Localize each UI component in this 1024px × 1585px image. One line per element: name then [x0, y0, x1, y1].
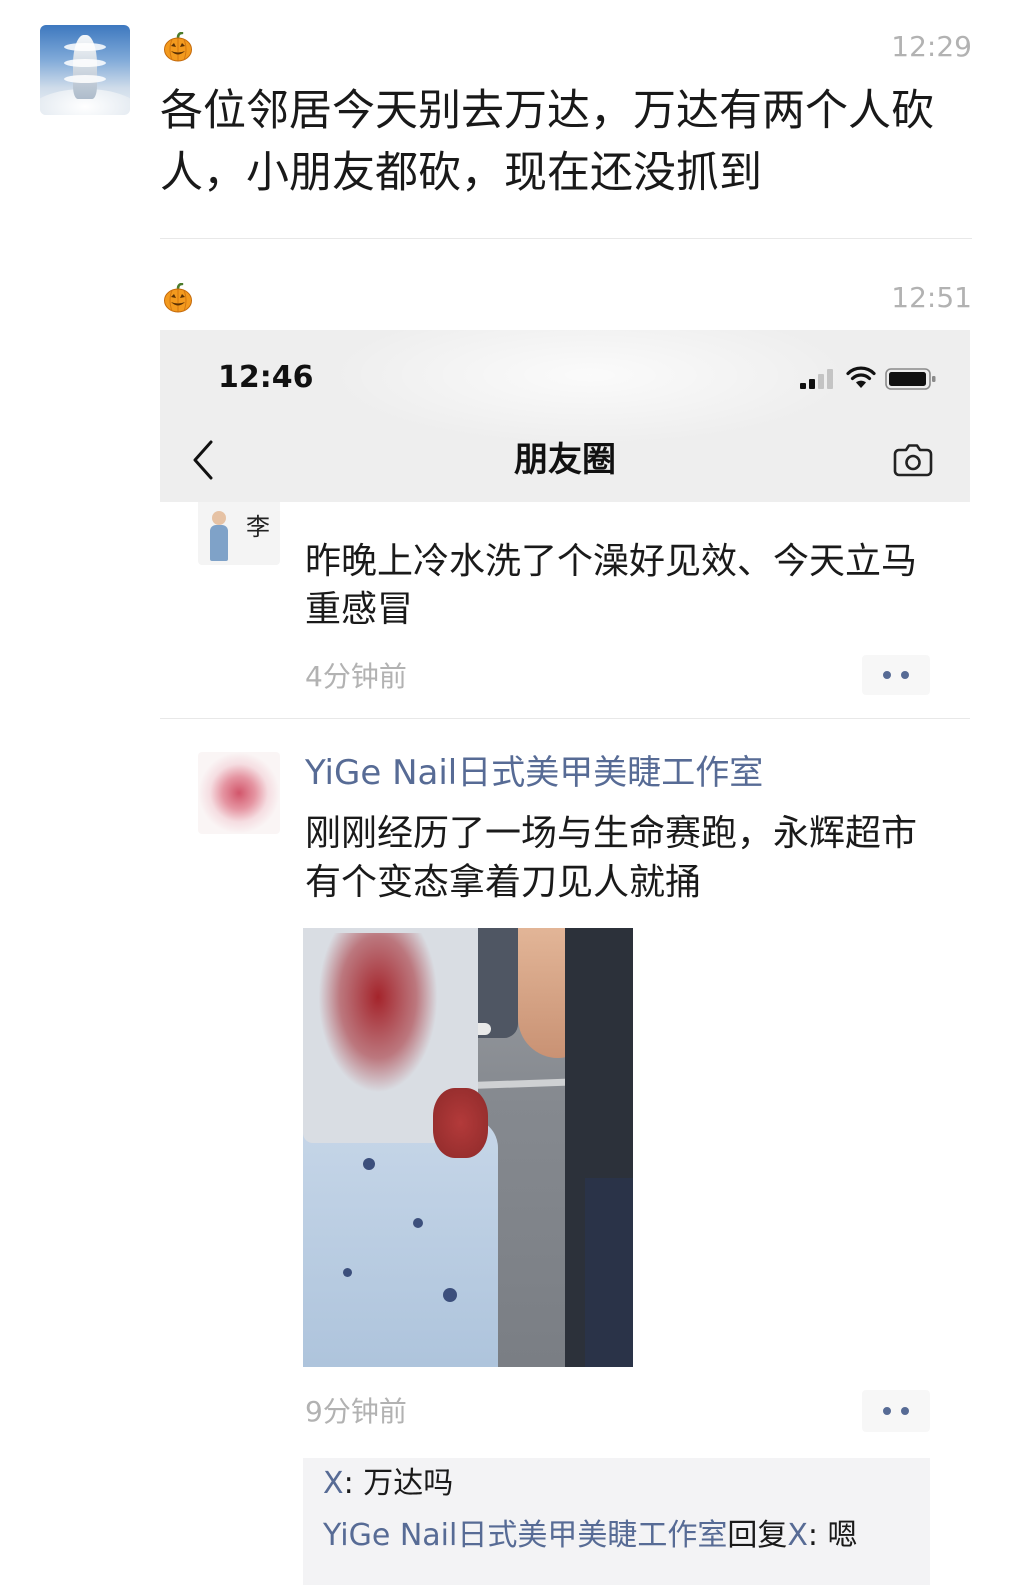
message-divider [160, 238, 972, 239]
comment[interactable]: YiGe Nail日式美甲美睫工作室回复X: 嗯 [323, 1510, 910, 1562]
photo-spot [343, 1268, 352, 1277]
photo-stain [318, 933, 438, 1093]
comment-reply-target[interactable]: X [787, 1518, 808, 1553]
avatar-statue-ring [64, 43, 106, 51]
comment-text: 万达吗 [363, 1466, 454, 1501]
dot [901, 671, 909, 679]
comment-separator: : [343, 1466, 364, 1501]
dot [901, 1407, 909, 1415]
comment-text: 嗯 [827, 1518, 858, 1553]
sender-avatar[interactable] [40, 25, 130, 115]
more-dots-icon[interactable] [862, 1390, 930, 1432]
post-avatar[interactable] [198, 752, 280, 834]
more-dots-icon[interactable] [862, 655, 930, 695]
photo-spot [363, 1158, 375, 1170]
comment-reply-label: 回复 [727, 1518, 788, 1553]
avatar-figure-head [212, 511, 226, 525]
camera-icon[interactable] [893, 443, 933, 477]
photo-hand [433, 1088, 488, 1158]
avatar-lettering: 李 [246, 513, 270, 541]
battery-icon [885, 368, 936, 390]
nav-title: 朋友圈 [514, 440, 616, 480]
message-text[interactable]: 各位邻居今天别去万达，万达有两个人砍人，小朋友都砍，现在还没抓到 [160, 80, 960, 204]
signal-icon [800, 369, 833, 389]
status-bar-time: 12:46 [218, 360, 314, 395]
post-time: 4分钟前 [305, 660, 407, 693]
post-photo[interactable] [303, 928, 633, 1367]
post-author-name[interactable]: YiGe Nail日式美甲美睫工作室 [305, 753, 763, 793]
dot [883, 1407, 891, 1415]
comments-box: X: 万达吗 YiGe Nail日式美甲美睫工作室回复X: 嗯 [303, 1458, 930, 1585]
moments-screenshot-image[interactable]: 12:46 朋友圈 李 昨晚上冷水洗了个澡好见效、今天立马重感冒 4分钟前 Yi… [160, 330, 970, 1585]
message-time: 12:29 [891, 30, 972, 63]
comment-separator: : [807, 1518, 828, 1553]
avatar-statue-ring [64, 59, 106, 67]
message-time: 12:51 [891, 281, 972, 314]
photo-spot [413, 1218, 423, 1228]
avatar-figure-body [210, 525, 228, 561]
pumpkin-icon [163, 283, 193, 313]
comment[interactable]: X: 万达吗 [323, 1458, 910, 1510]
post-text: 刚刚经历了一场与生命赛跑，永辉超市有个变态拿着刀见人就捅 [305, 813, 918, 903]
avatar-statue-ring [64, 75, 106, 83]
comment-author[interactable]: YiGe Nail日式美甲美睫工作室 [323, 1518, 727, 1553]
post-divider [160, 718, 970, 719]
wifi-icon [846, 366, 876, 388]
post-time: 9分钟前 [305, 1395, 407, 1428]
photo-dark-jeans [585, 1178, 633, 1367]
comment-author[interactable]: X [323, 1466, 344, 1501]
dot [883, 671, 891, 679]
post-text: 昨晚上冷水洗了个澡好见效、今天立马重感冒 [305, 541, 918, 630]
photo-spot [443, 1288, 457, 1302]
pumpkin-icon [163, 32, 193, 62]
moments-header: 12:46 朋友圈 [160, 330, 970, 502]
